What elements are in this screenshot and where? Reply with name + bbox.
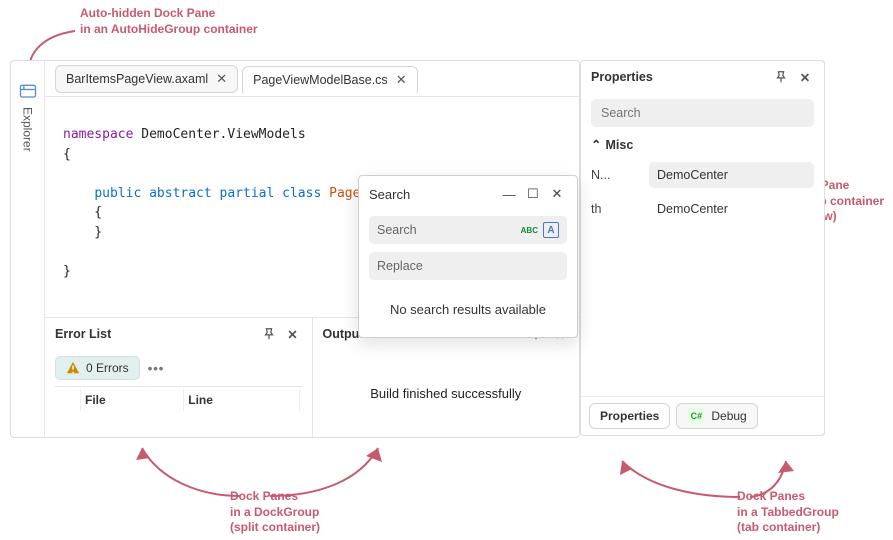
tab-baritemspageview[interactable]: BarItemsPageView.axaml ✕ <box>55 65 238 93</box>
tab-label: Debug <box>711 409 746 423</box>
window-title: Search <box>369 187 410 202</box>
properties-body: ⌃ Misc N... DemoCenter th DemoCenter <box>581 93 824 236</box>
keyword-modifiers: public abstract partial class <box>94 186 321 201</box>
properties-tabstrip: Properties C# Debug <box>581 396 824 435</box>
error-col-file[interactable]: File <box>83 389 184 411</box>
pin-icon[interactable] <box>772 68 790 86</box>
pin-icon[interactable] <box>260 325 278 343</box>
namespace-name: DemoCenter.ViewModels <box>141 127 305 142</box>
replace-placeholder: Replace <box>377 259 423 273</box>
pane-title: Error List <box>55 327 111 341</box>
match-case-icon[interactable]: ABC <box>520 226 539 235</box>
keyword-namespace: namespace <box>63 127 133 142</box>
close-icon[interactable]: ✕ <box>796 68 814 86</box>
close-icon[interactable]: ✕ <box>216 71 227 87</box>
tab-debug[interactable]: C# Debug <box>676 403 757 429</box>
properties-panel: Properties ✕ ⌃ Misc N... DemoCenter th D… <box>580 60 825 436</box>
search-floating-window[interactable]: Search — ☐ ✕ Search ABC A Replace No sea… <box>358 175 578 338</box>
search-titlebar[interactable]: Search — ☐ ✕ <box>359 176 577 212</box>
autohide-strip: Explorer <box>11 61 45 437</box>
annotation-tabbedgroup: Dock Panes in a TabbedGroup (tab contain… <box>737 489 839 536</box>
properties-search-input[interactable] <box>591 99 814 127</box>
explorer-icon[interactable] <box>17 81 39 103</box>
error-col-blank <box>57 389 81 411</box>
tab-label: PageViewModelBase.cs <box>253 73 388 87</box>
search-body: Search ABC A Replace No search results a… <box>359 212 577 337</box>
chevron-down-icon: ⌃ <box>591 137 601 152</box>
close-icon[interactable]: ✕ <box>547 184 567 204</box>
arrow-tabbedgroup <box>610 455 810 505</box>
annotation-autohide: Auto-hidden Dock Pane in an AutoHideGrou… <box>80 6 258 37</box>
tab-label: Properties <box>600 409 659 423</box>
csharp-icon: C# <box>687 408 705 424</box>
error-table: File Line <box>55 386 302 413</box>
more-icon[interactable]: ••• <box>148 361 165 376</box>
whole-word-icon[interactable]: A <box>543 222 559 238</box>
property-group-misc[interactable]: ⌃ Misc <box>591 137 814 152</box>
search-placeholder: Search <box>377 223 417 237</box>
search-empty-state: No search results available <box>369 288 567 323</box>
warning-icon <box>66 361 80 375</box>
search-input[interactable]: Search ABC A <box>369 216 567 244</box>
minimize-icon[interactable]: — <box>499 184 519 204</box>
errors-count-pill[interactable]: 0 Errors <box>55 356 140 380</box>
error-list-pane: Error List ✕ 0 Errors ••• File Line <box>45 318 312 437</box>
replace-input[interactable]: Replace <box>369 252 567 280</box>
tab-label: BarItemsPageView.axaml <box>66 72 208 86</box>
property-row: N... DemoCenter <box>591 158 814 192</box>
errors-count-label: 0 Errors <box>86 361 129 375</box>
close-icon[interactable]: ✕ <box>284 325 302 343</box>
pane-title: Properties <box>591 70 653 84</box>
tab-properties[interactable]: Properties <box>589 403 670 429</box>
error-col-line[interactable]: Line <box>186 389 299 411</box>
group-label: Misc <box>605 138 633 152</box>
document-tabs: BarItemsPageView.axaml ✕ PageViewModelBa… <box>45 61 579 97</box>
property-row: th DemoCenter <box>591 192 814 226</box>
autohide-tab-explorer[interactable]: Explorer <box>21 107 35 152</box>
annotation-dockgroup: Dock Panes in a DockGroup (split contain… <box>230 489 320 536</box>
output-body: Build finished successfully <box>313 350 580 437</box>
property-value[interactable]: DemoCenter <box>649 196 814 222</box>
properties-header: Properties ✕ <box>581 61 824 93</box>
property-label: N... <box>591 168 639 182</box>
arrow-dockgroup <box>130 440 390 500</box>
tab-pageviewmodelbase[interactable]: PageViewModelBase.cs ✕ <box>242 66 417 94</box>
close-icon[interactable]: ✕ <box>396 72 407 88</box>
maximize-icon[interactable]: ☐ <box>523 184 543 204</box>
property-label: th <box>591 202 639 216</box>
property-value[interactable]: DemoCenter <box>649 162 814 188</box>
error-list-header: Error List ✕ <box>45 318 312 350</box>
